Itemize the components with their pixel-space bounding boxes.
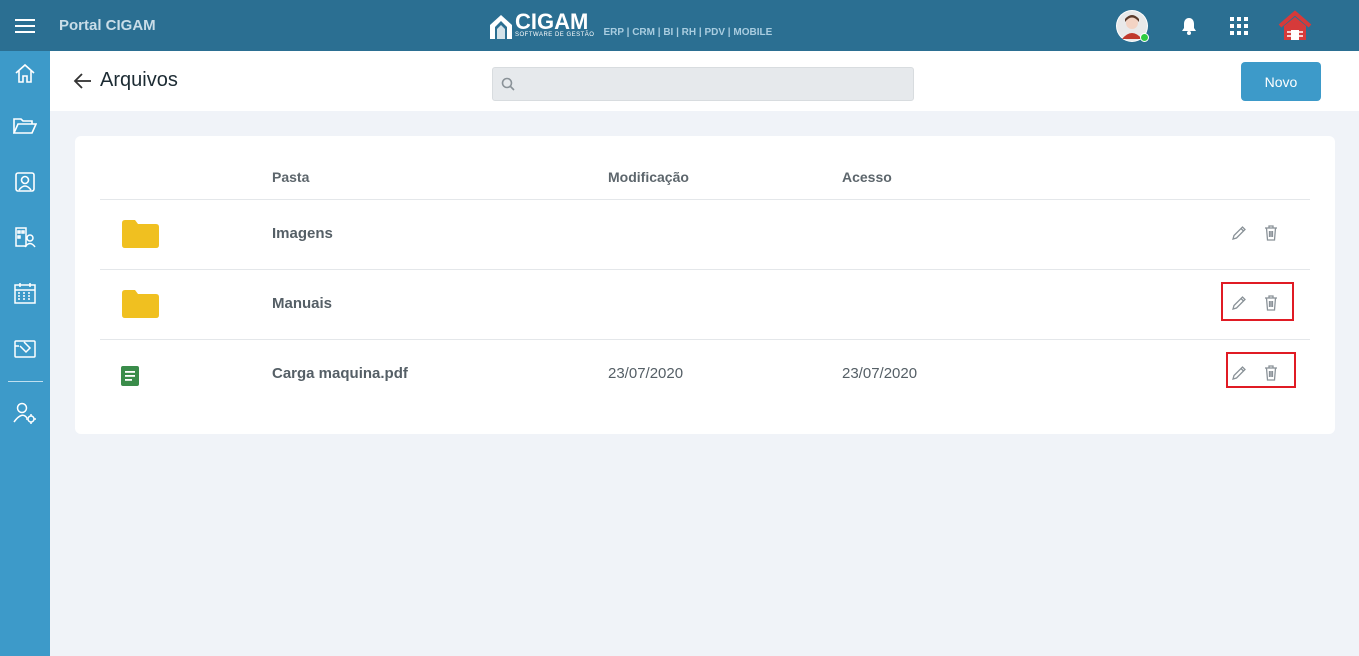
user-settings-icon [13,402,36,424]
row-actions [1227,221,1283,245]
edit-button[interactable] [1227,291,1251,315]
pencil-icon [1232,366,1246,380]
notifications-button[interactable] [1173,10,1205,42]
ticket-icon [14,340,36,358]
company-home-button[interactable] [1278,9,1312,43]
column-header-pasta[interactable]: Pasta [272,169,309,185]
sidebar-item-contacts[interactable] [0,162,50,202]
folder-open-icon [13,118,37,134]
search-box[interactable] [492,67,914,101]
delete-button[interactable] [1259,291,1283,315]
row-actions [1227,291,1283,315]
trash-icon [1265,365,1277,381]
bell-icon [1182,18,1196,35]
delete-button[interactable] [1259,361,1283,385]
files-card: Pasta Modificação Acesso Imagens Manuais… [75,136,1335,434]
logo-word: CIGAM [515,9,589,34]
online-status-dot [1140,33,1149,42]
back-button[interactable] [72,70,94,92]
sidebar-item-organization[interactable] [0,217,50,257]
logo-products: ERP | CRM | BI | RH | PDV | MOBILE [603,27,773,38]
edit-button[interactable] [1227,361,1251,385]
home-logo-icon [1278,10,1312,40]
org-chart-icon [15,227,36,248]
column-header-acesso[interactable]: Acesso [842,169,892,185]
portal-title: Portal CIGAM [59,17,156,34]
folder-icon [122,220,159,248]
delete-button[interactable] [1259,221,1283,245]
menu-button[interactable] [0,0,50,51]
pencil-icon [1232,296,1246,310]
sidebar-item-home[interactable] [0,53,50,93]
page-header: Arquivos Novo [50,51,1359,111]
arrow-left-icon [73,73,91,89]
new-button[interactable]: Novo [1241,62,1321,101]
trash-icon [1265,225,1277,241]
document-icon [121,366,139,386]
trash-icon [1265,295,1277,311]
modified-date: 23/07/2020 [608,365,684,382]
pencil-icon [1232,226,1246,240]
column-header-modificacao[interactable]: Modificação [608,169,689,185]
sidebar-item-calendar[interactable] [0,273,50,313]
folder-icon [122,290,159,318]
menu-icon [15,18,35,33]
page-title: Arquivos [100,69,178,91]
edit-button[interactable] [1227,221,1251,245]
top-bar: Portal CIGAM CIGAM SOFTWARE DE GESTÃO ER… [0,0,1359,51]
row-actions [1227,361,1283,385]
sidebar-item-tickets[interactable] [0,329,50,369]
apps-button[interactable] [1223,10,1255,42]
contacts-icon [15,172,35,192]
table-row[interactable]: Imagens [100,199,1310,269]
sidebar-divider [8,381,43,382]
sidebar [0,51,50,656]
table-row[interactable]: Manuais [100,269,1310,339]
home-icon [15,63,35,83]
calendar-icon [14,283,36,304]
cigam-logo-mark-icon [490,15,512,39]
access-date: 23/07/2020 [842,365,918,382]
sidebar-item-user-settings[interactable] [0,393,50,433]
file-name[interactable]: Manuais [272,295,332,312]
table-row[interactable]: Carga maquina.pdf 23/07/2020 23/07/2020 [100,339,1310,409]
sidebar-item-files[interactable] [0,106,50,146]
apps-grid-icon [1230,17,1248,35]
search-input[interactable] [515,68,913,100]
file-name[interactable]: Imagens [272,225,333,242]
cigam-logo: CIGAM SOFTWARE DE GESTÃO ERP | CRM | BI … [490,9,773,39]
search-icon [501,77,515,91]
user-avatar[interactable] [1116,10,1149,42]
file-name[interactable]: Carga maquina.pdf [272,365,408,382]
logo-subtitle: SOFTWARE DE GESTÃO [515,32,595,38]
